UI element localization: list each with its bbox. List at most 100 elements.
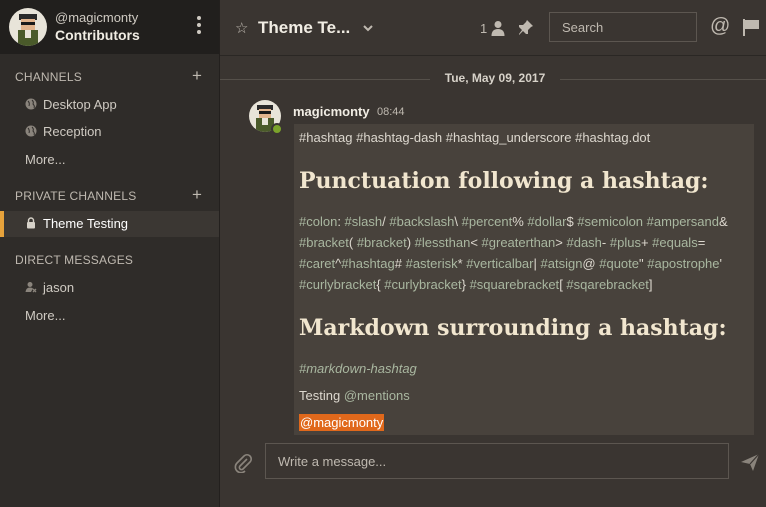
mentions-at-icon[interactable]: @ [710, 15, 730, 38]
punctuation-text: ) [406, 235, 415, 250]
member-icon[interactable] [491, 20, 505, 36]
sidebar-item-label: Desktop App [43, 97, 117, 112]
hashtag-link[interactable]: #curlybracket [384, 277, 461, 292]
favorite-star-icon[interactable]: ☆ [235, 19, 248, 37]
hashtag-link[interactable]: #semicolon [577, 214, 643, 229]
online-status-icon [271, 123, 283, 135]
globe-icon [25, 98, 37, 110]
dm-more-link[interactable]: More... [25, 308, 65, 323]
message-composer[interactable] [265, 443, 729, 479]
sidebar-item-label: Theme Testing [43, 216, 129, 231]
channel-title[interactable]: Theme Te... [258, 18, 350, 38]
hashtag-link[interactable]: #squarebracket [470, 277, 560, 292]
hashtag-link[interactable]: #colon [299, 214, 337, 229]
search-input-wrapper[interactable] [549, 12, 697, 42]
punctuation-text: # [394, 256, 406, 271]
add-channel-plus-icon[interactable]: + [192, 67, 202, 84]
hashtag-link[interactable]: #dash [566, 235, 601, 250]
hashtag-link[interactable]: #verticalbar [466, 256, 533, 271]
punctuation-text: \ [454, 214, 462, 229]
sidebar-item-desktop-app[interactable]: Desktop App [0, 92, 219, 118]
hashtag-link[interactable]: #sqarebracket [566, 277, 648, 292]
team-username: @magicmonty [55, 10, 139, 25]
hashtag-link[interactable]: #quote [599, 256, 639, 271]
globe-icon [25, 125, 37, 137]
hashtag-link[interactable]: #plus [610, 235, 641, 250]
punct-line-3: #caret^#hashtag# #asterisk* #verticalbar… [299, 256, 722, 271]
punct-line-1: #colon: #slash/ #backslash\ #percent% #d… [299, 214, 728, 229]
hashtag-link[interactable]: #atsign [541, 256, 583, 271]
team-name: Contributors [55, 27, 140, 43]
testing-text: Testing [299, 388, 341, 403]
sidebar-item-theme-testing[interactable]: Theme Testing [0, 211, 219, 237]
hashtag-link[interactable]: #bracket [357, 235, 407, 250]
team-header[interactable]: @magicmonty Contributors [0, 0, 219, 54]
hashtag-link[interactable]: #slash [345, 214, 383, 229]
punct-line-2: #bracket( #bracket) #lessthan< #greatert… [299, 235, 705, 250]
punctuation-text: ] [648, 277, 653, 292]
punctuation-text: | [533, 256, 541, 271]
hashtag-link[interactable]: #bracket [299, 235, 349, 250]
lock-icon [27, 217, 35, 229]
hashtag-link[interactable]: #apostrophe [647, 256, 719, 271]
post-time[interactable]: 08:44 [377, 106, 405, 118]
mention-link[interactable]: @mentions [344, 388, 410, 403]
active-indicator [0, 211, 4, 237]
channel-header: ☆ Theme Te... 1 @ [220, 0, 766, 56]
punctuation-text: $ [566, 214, 578, 229]
hashtag-link[interactable]: #percent [462, 214, 513, 229]
punctuation-text: : [337, 214, 345, 229]
post-body: #hashtag #hashtag-dash #hashtag_undersco… [294, 124, 754, 435]
punctuation-text: + [640, 235, 653, 250]
punctuation-text: & [718, 214, 728, 229]
direct-messages-section-title: DIRECT MESSAGES [15, 253, 134, 267]
self-mention-highlight[interactable]: @magicmonty [299, 414, 385, 431]
user-offline-icon [25, 282, 37, 293]
main-menu-icon[interactable] [196, 16, 202, 38]
punctuation-text: ' [719, 256, 722, 271]
hashtag-link[interactable]: #backslash [389, 214, 454, 229]
sidebar-item-label: jason [43, 280, 75, 295]
punctuation-text: - [601, 235, 610, 250]
send-icon[interactable] [740, 452, 760, 472]
testing-line: Testing @mentions [299, 388, 410, 403]
hashtag-link[interactable]: #hashtag [341, 256, 395, 271]
member-count[interactable]: 1 [480, 21, 487, 36]
hashtag-link[interactable]: #curlybracket [299, 277, 376, 292]
punctuation-text: < [470, 235, 482, 250]
markdown-hashtag[interactable]: #markdown-hashtag [299, 361, 417, 376]
private-channels-section-title: PRIVATE CHANNELS [15, 189, 137, 203]
punctuation-text: * [457, 256, 467, 271]
message-input[interactable] [266, 444, 728, 478]
channels-more-link[interactable]: More... [25, 152, 65, 167]
date-separator: Tue, May 09, 2017 [220, 71, 766, 87]
date-separator-text: Tue, May 09, 2017 [444, 71, 546, 85]
search-input[interactable] [550, 13, 696, 41]
sidebar: @magicmonty Contributors CHANNELS + Desk… [0, 0, 220, 507]
date-separator-line-left [220, 79, 430, 80]
punctuation-text: ( [348, 235, 357, 250]
user-avatar[interactable] [9, 8, 47, 46]
hashtag-link[interactable]: #caret [299, 256, 335, 271]
add-private-channel-plus-icon[interactable]: + [192, 186, 202, 203]
flag-icon[interactable] [742, 18, 760, 36]
chevron-down-icon[interactable] [362, 22, 374, 34]
hashtag-link[interactable]: #greaterthan [482, 235, 556, 250]
hashtag-link[interactable]: #lessthan [415, 235, 471, 250]
sidebar-item-reception[interactable]: Reception [0, 119, 219, 145]
sidebar-item-jason[interactable]: jason [0, 275, 219, 301]
hashtag-link[interactable]: #ampersand [647, 214, 719, 229]
channels-section-title: CHANNELS [15, 70, 82, 84]
hashtag-link[interactable]: #equals [652, 235, 698, 250]
hashtag-line[interactable]: #hashtag #hashtag-dash #hashtag_undersco… [299, 130, 650, 145]
hashtag-link[interactable]: #asterisk [406, 256, 458, 271]
self-mention-line: @magicmonty [299, 414, 385, 431]
pin-icon[interactable] [518, 19, 534, 37]
attachment-paperclip-icon[interactable] [233, 453, 253, 473]
punctuation-text: = [697, 235, 706, 250]
hashtag-link[interactable]: #dollar [527, 214, 566, 229]
punctuation-text: " [639, 256, 648, 271]
post-username[interactable]: magicmonty [293, 104, 370, 119]
sidebar-item-label: Reception [43, 124, 102, 139]
date-separator-line-right [560, 79, 766, 80]
